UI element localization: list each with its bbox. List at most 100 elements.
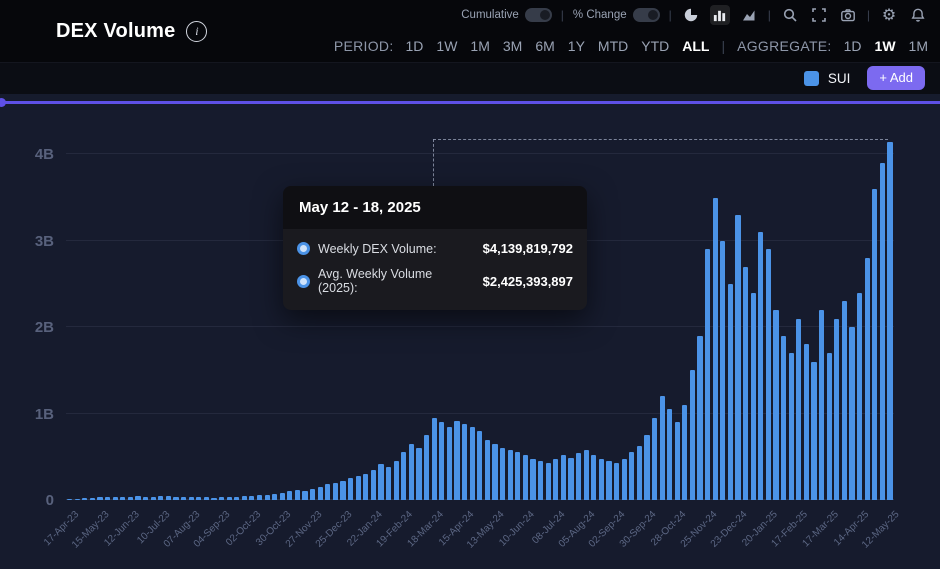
bar[interactable] bbox=[302, 491, 307, 501]
bar[interactable] bbox=[227, 497, 232, 500]
info-icon[interactable]: i bbox=[186, 21, 207, 42]
bar[interactable] bbox=[280, 493, 285, 500]
bar[interactable] bbox=[743, 267, 748, 500]
bar[interactable] bbox=[143, 497, 148, 500]
pie-chart-icon[interactable] bbox=[681, 5, 701, 25]
bar[interactable] bbox=[67, 499, 72, 501]
bar[interactable] bbox=[363, 474, 368, 500]
bar[interactable] bbox=[751, 293, 756, 500]
bar[interactable] bbox=[614, 463, 619, 500]
bar[interactable] bbox=[819, 310, 824, 500]
percent-change-toggle[interactable] bbox=[633, 8, 660, 22]
bar[interactable] bbox=[865, 258, 870, 500]
bar[interactable] bbox=[781, 336, 786, 500]
bar[interactable] bbox=[310, 489, 315, 500]
bar[interactable] bbox=[340, 481, 345, 500]
bar[interactable] bbox=[872, 189, 877, 500]
bar[interactable] bbox=[204, 497, 209, 500]
bar[interactable] bbox=[75, 499, 80, 501]
bar[interactable] bbox=[416, 448, 421, 500]
period-option-mtd[interactable]: MTD bbox=[598, 38, 628, 54]
bar[interactable] bbox=[439, 422, 444, 500]
bar[interactable] bbox=[599, 459, 604, 500]
bar[interactable] bbox=[409, 444, 414, 500]
bar[interactable] bbox=[857, 293, 862, 500]
bar[interactable] bbox=[827, 353, 832, 500]
bar[interactable] bbox=[242, 496, 247, 500]
bar[interactable] bbox=[371, 470, 376, 500]
bar[interactable] bbox=[113, 497, 118, 500]
bar[interactable] bbox=[97, 497, 102, 500]
bar[interactable] bbox=[189, 497, 194, 500]
bar[interactable] bbox=[553, 459, 558, 500]
bar[interactable] bbox=[842, 301, 847, 500]
notifications-icon[interactable] bbox=[908, 5, 928, 25]
fullscreen-icon[interactable] bbox=[809, 5, 829, 25]
bar[interactable] bbox=[887, 142, 892, 500]
period-option-1m[interactable]: 1M bbox=[470, 38, 489, 54]
bar[interactable] bbox=[591, 455, 596, 500]
bar[interactable] bbox=[295, 490, 300, 500]
bar[interactable] bbox=[325, 484, 330, 500]
bar[interactable] bbox=[211, 498, 216, 500]
bar[interactable] bbox=[105, 497, 110, 500]
bar[interactable] bbox=[477, 431, 482, 500]
bar[interactable] bbox=[386, 467, 391, 500]
bar[interactable] bbox=[394, 461, 399, 500]
bar[interactable] bbox=[652, 418, 657, 500]
bar[interactable] bbox=[196, 497, 201, 500]
period-option-6m[interactable]: 6M bbox=[535, 38, 554, 54]
bar[interactable] bbox=[735, 215, 740, 500]
bar[interactable] bbox=[287, 491, 292, 500]
bar[interactable] bbox=[485, 440, 490, 500]
aggregate-option-1w[interactable]: 1W bbox=[875, 38, 896, 54]
bar[interactable] bbox=[249, 496, 254, 500]
bar[interactable] bbox=[546, 463, 551, 500]
bar[interactable] bbox=[356, 476, 361, 500]
bar[interactable] bbox=[166, 496, 171, 500]
bar[interactable] bbox=[804, 344, 809, 500]
bar[interactable] bbox=[424, 435, 429, 500]
bar[interactable] bbox=[401, 452, 406, 500]
bar[interactable] bbox=[796, 319, 801, 500]
bar[interactable] bbox=[561, 455, 566, 500]
bar[interactable] bbox=[880, 163, 885, 500]
time-scrubber[interactable] bbox=[0, 101, 940, 104]
scrubber-handle[interactable] bbox=[0, 98, 6, 107]
bar[interactable] bbox=[606, 461, 611, 500]
bar-chart-icon[interactable] bbox=[710, 5, 730, 25]
bar[interactable] bbox=[432, 418, 437, 500]
aggregate-option-1d[interactable]: 1D bbox=[844, 38, 862, 54]
bar[interactable] bbox=[181, 497, 186, 500]
bar[interactable] bbox=[728, 284, 733, 500]
bar[interactable] bbox=[378, 464, 383, 500]
bar[interactable] bbox=[82, 498, 87, 500]
period-option-1d[interactable]: 1D bbox=[406, 38, 424, 54]
bar[interactable] bbox=[158, 496, 163, 500]
bar[interactable] bbox=[151, 497, 156, 500]
bar[interactable] bbox=[849, 327, 854, 500]
bar[interactable] bbox=[530, 459, 535, 500]
bar[interactable] bbox=[348, 478, 353, 500]
period-option-1w[interactable]: 1W bbox=[436, 38, 457, 54]
bar[interactable] bbox=[637, 446, 642, 500]
bar[interactable] bbox=[508, 450, 513, 500]
aggregate-option-1m[interactable]: 1M bbox=[909, 38, 928, 54]
bar[interactable] bbox=[773, 310, 778, 500]
bar[interactable] bbox=[720, 241, 725, 500]
bar[interactable] bbox=[318, 487, 323, 500]
bar[interactable] bbox=[219, 497, 224, 500]
camera-icon[interactable] bbox=[838, 5, 858, 25]
bar[interactable] bbox=[538, 461, 543, 500]
bar[interactable] bbox=[500, 448, 505, 500]
bar[interactable] bbox=[758, 232, 763, 500]
bar[interactable] bbox=[697, 336, 702, 500]
bar[interactable] bbox=[120, 497, 125, 500]
bar[interactable] bbox=[173, 497, 178, 500]
bar[interactable] bbox=[629, 452, 634, 500]
bar[interactable] bbox=[811, 362, 816, 500]
bar[interactable] bbox=[135, 496, 140, 500]
bar[interactable] bbox=[333, 483, 338, 500]
bar[interactable] bbox=[584, 450, 589, 500]
period-option-ytd[interactable]: YTD bbox=[641, 38, 669, 54]
